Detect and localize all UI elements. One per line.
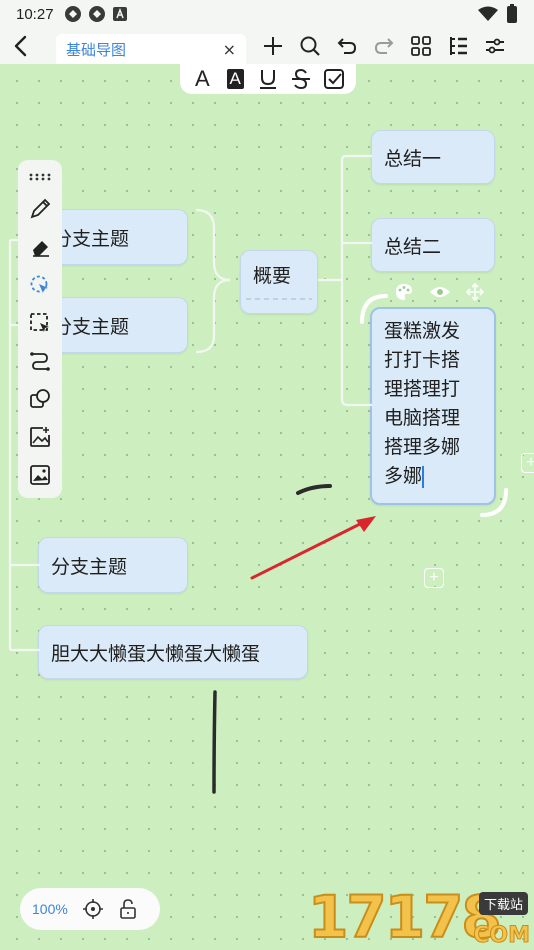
drag-handle-icon bbox=[29, 173, 51, 181]
watermark-suffix: COM bbox=[473, 923, 531, 949]
watermark-badge: 下载站 bbox=[478, 892, 528, 915]
underline-button[interactable] bbox=[255, 66, 281, 92]
pen-icon bbox=[30, 198, 51, 219]
checkbox-button[interactable] bbox=[321, 66, 347, 92]
wifi-icon bbox=[478, 6, 498, 21]
status-time: 10:27 bbox=[16, 5, 54, 23]
box-select-icon bbox=[30, 313, 49, 332]
search-icon bbox=[300, 36, 320, 56]
text-highlight-icon: A bbox=[226, 69, 244, 89]
layout-grid-icon bbox=[410, 36, 431, 56]
shape-tool[interactable] bbox=[25, 384, 55, 414]
add-button[interactable] bbox=[260, 34, 285, 59]
status-bar: 10:27 bbox=[0, 0, 534, 28]
watermark-digits: 17178 bbox=[307, 883, 503, 950]
insert-image-tool[interactable] bbox=[25, 422, 55, 452]
image-icon bbox=[30, 465, 50, 485]
watermark-logo: 17178 下载站 COM bbox=[307, 883, 534, 950]
zoom-bar: 100% bbox=[20, 888, 160, 930]
redo-icon bbox=[374, 38, 393, 54]
redo-button[interactable] bbox=[371, 34, 396, 59]
search-button[interactable] bbox=[297, 34, 322, 59]
connector-tool[interactable] bbox=[25, 346, 55, 376]
eraser-icon bbox=[33, 241, 49, 257]
layout-button[interactable] bbox=[408, 34, 433, 59]
unlock-icon[interactable] bbox=[118, 898, 138, 920]
undo-icon bbox=[337, 38, 356, 54]
tab-basic-mindmap[interactable]: 基础导图 × bbox=[56, 34, 246, 64]
text-color-icon: A bbox=[195, 66, 210, 91]
settings-sliders-icon bbox=[485, 38, 504, 54]
text-format-bar: A A bbox=[180, 64, 356, 94]
settings-button[interactable] bbox=[482, 34, 507, 59]
a-badge-icon bbox=[112, 7, 127, 21]
shape-icon bbox=[30, 389, 50, 408]
text-color-button[interactable]: A bbox=[189, 66, 215, 92]
zoom-level[interactable]: 100% bbox=[32, 901, 68, 917]
connector-icon bbox=[30, 352, 50, 371]
move-icon[interactable] bbox=[466, 283, 484, 301]
checkbox-icon bbox=[323, 69, 344, 89]
app-notification-icon bbox=[88, 6, 105, 22]
eraser-tool[interactable] bbox=[25, 232, 55, 262]
eye-icon[interactable] bbox=[429, 284, 451, 300]
underline-icon bbox=[259, 70, 276, 89]
undo-button[interactable] bbox=[334, 34, 359, 59]
toolbar-drag-handle[interactable] bbox=[25, 166, 55, 188]
red-arrow bbox=[250, 516, 376, 580]
add-icon bbox=[263, 37, 282, 55]
outline-icon bbox=[449, 37, 467, 55]
top-toolbar: 基础导图 × bbox=[0, 28, 534, 64]
palette-icon[interactable] bbox=[394, 282, 414, 302]
tab-close-button[interactable]: × bbox=[223, 40, 236, 59]
drawing-toolbar bbox=[18, 160, 62, 498]
chevron-left-icon bbox=[14, 35, 27, 57]
pen-tool[interactable] bbox=[25, 194, 55, 224]
insert-image-icon bbox=[30, 427, 50, 447]
box-select-tool[interactable] bbox=[25, 308, 55, 338]
lasso-select-icon bbox=[30, 275, 48, 293]
app-notification-icon bbox=[64, 6, 81, 22]
text-highlight-button[interactable]: A bbox=[222, 66, 248, 92]
outline-button[interactable] bbox=[445, 34, 470, 59]
strikethrough-icon bbox=[291, 68, 310, 90]
strikethrough-button[interactable] bbox=[288, 66, 314, 92]
battery-icon bbox=[507, 4, 517, 23]
connector-lines bbox=[8, 154, 508, 794]
image-tool[interactable] bbox=[25, 460, 55, 490]
tab-label: 基础导图 bbox=[66, 40, 127, 59]
locate-icon[interactable] bbox=[82, 898, 104, 920]
lasso-select-tool[interactable] bbox=[25, 270, 55, 300]
back-button[interactable] bbox=[0, 28, 42, 64]
